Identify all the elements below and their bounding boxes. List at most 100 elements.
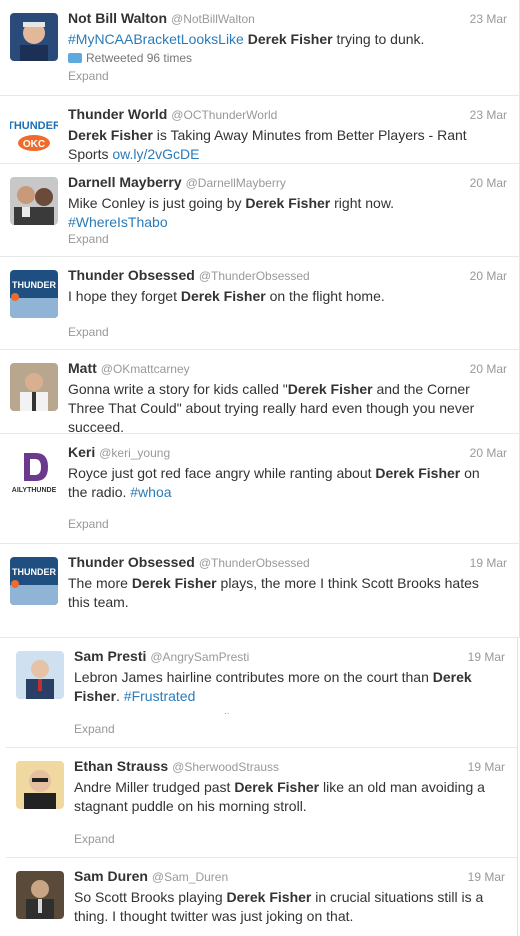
tweet-text: Derek Fisher is Taking Away Minutes from… bbox=[68, 126, 488, 164]
tweet[interactable]: Sam Presti @AngrySamPresti 19 Mar Lebron … bbox=[6, 638, 518, 748]
tweet-text-fragment: Lebron James hairline contributes more o… bbox=[74, 669, 433, 685]
avatar[interactable]: AILYTHUNDE bbox=[10, 447, 58, 495]
avatar[interactable] bbox=[10, 13, 58, 61]
author-handle[interactable]: @DarnellMayberry bbox=[186, 176, 286, 190]
tweet-text-fragment: Royce just got red face angry while rant… bbox=[68, 465, 376, 481]
expand-link[interactable]: Expand bbox=[68, 69, 109, 83]
ellipsis: .. bbox=[224, 706, 230, 717]
tweet-text-fragment: I hope they forget bbox=[68, 288, 181, 304]
author-handle[interactable]: @NotBillWalton bbox=[171, 12, 255, 26]
highlighted-term: Derek Fisher bbox=[247, 31, 333, 47]
tweet-link[interactable]: #whoa bbox=[130, 484, 171, 500]
tweet-link[interactable]: #MyNCAABracketLooksLike bbox=[68, 31, 244, 47]
tweet-date[interactable]: 19 Mar bbox=[470, 556, 507, 570]
avatar[interactable]: THUNDER OKC bbox=[10, 109, 58, 157]
svg-text:AILYTHUNDE: AILYTHUNDE bbox=[12, 487, 57, 494]
tweet-text-fragment: on the flight home. bbox=[265, 288, 385, 304]
author-name[interactable]: Ethan Strauss bbox=[74, 758, 168, 774]
author-handle[interactable]: @Sam_Duren bbox=[152, 870, 228, 884]
tweet[interactable]: THUNDER Thunder Obsessed @ThunderObsessed… bbox=[0, 544, 520, 638]
tweet-text-fragment: Mike Conley is just going by bbox=[68, 195, 246, 211]
tweet-link[interactable]: #Frustrated bbox=[124, 688, 196, 704]
avatar[interactable] bbox=[16, 871, 64, 919]
avatar[interactable]: THUNDER bbox=[10, 557, 58, 605]
tweet-text: #MyNCAABracketLooksLike Derek Fisher try… bbox=[68, 30, 488, 49]
tweet[interactable]: Matt @OKmattcarney 20 Mar Gonna write a s… bbox=[0, 350, 520, 437]
tweet-text: Lebron James hairline contributes more o… bbox=[74, 668, 494, 706]
tweet-feed: Not Bill Walton @NotBillWalton 23 Mar #My… bbox=[0, 0, 520, 936]
author-name[interactable]: Thunder World bbox=[68, 106, 167, 122]
tweet[interactable]: Sam Duren @Sam_Duren 19 Mar So Scott Broo… bbox=[6, 858, 518, 936]
author-handle[interactable]: @SherwoodStrauss bbox=[172, 760, 279, 774]
tweet-date[interactable]: 20 Mar bbox=[470, 446, 507, 460]
author-name[interactable]: Thunder Obsessed bbox=[68, 554, 195, 570]
tweet-date[interactable]: 23 Mar bbox=[470, 12, 507, 26]
author-name[interactable]: Keri bbox=[68, 444, 95, 460]
author-name[interactable]: Darnell Mayberry bbox=[68, 174, 182, 190]
svg-text:THUNDER: THUNDER bbox=[12, 280, 56, 290]
expand-link[interactable]: Expand bbox=[68, 232, 109, 246]
svg-text:THUNDER: THUNDER bbox=[10, 120, 58, 132]
expand-link[interactable]: Expand bbox=[74, 722, 115, 736]
avatar[interactable] bbox=[16, 761, 64, 809]
tweet-date[interactable]: 19 Mar bbox=[468, 760, 505, 774]
author-name[interactable]: Not Bill Walton bbox=[68, 10, 167, 26]
avatar[interactable]: THUNDER bbox=[10, 270, 58, 318]
highlighted-term: Derek Fisher bbox=[180, 288, 266, 304]
author-handle[interactable]: @OCThunderWorld bbox=[171, 108, 277, 122]
highlighted-term: Derek Fisher bbox=[131, 575, 217, 591]
author-name[interactable]: Sam Duren bbox=[74, 868, 148, 884]
author-handle[interactable]: @keri_young bbox=[99, 446, 170, 460]
svg-text:OKC: OKC bbox=[23, 139, 45, 150]
author-name[interactable]: Matt bbox=[68, 360, 97, 376]
tweet[interactable]: Not Bill Walton @NotBillWalton 23 Mar #My… bbox=[0, 0, 520, 96]
author-handle[interactable]: @ThunderObsessed bbox=[199, 269, 310, 283]
highlighted-term: Derek Fisher bbox=[68, 127, 153, 143]
expand-link[interactable]: Expand bbox=[68, 325, 109, 339]
highlighted-term: Derek Fisher bbox=[226, 889, 312, 905]
retweet-icon bbox=[68, 53, 82, 63]
avatar[interactable] bbox=[16, 651, 64, 699]
tweet-date[interactable]: 20 Mar bbox=[470, 176, 507, 190]
tweet-text-fragment: trying to dunk. bbox=[332, 31, 425, 47]
tweet-text-fragment: Andre Miller trudged past bbox=[74, 779, 235, 795]
svg-text:THUNDER: THUNDER bbox=[12, 567, 56, 577]
author-name[interactable]: Thunder Obsessed bbox=[68, 267, 195, 283]
author-handle[interactable]: @AngrySamPresti bbox=[150, 650, 249, 664]
tweet-link[interactable]: #WhereIsThabo bbox=[68, 214, 168, 230]
avatar[interactable] bbox=[10, 363, 58, 411]
tweet-text: I hope they forget Derek Fisher on the f… bbox=[68, 287, 488, 306]
tweet-text: The more Derek Fisher plays, the more I … bbox=[68, 574, 488, 612]
tweet[interactable]: AILYTHUNDE Keri @keri_young 20 Mar Royce … bbox=[0, 434, 520, 544]
expand-link[interactable]: Expand bbox=[74, 832, 115, 846]
retweet-count: Retweeted 96 times bbox=[68, 51, 192, 65]
tweet-text: Andre Miller trudged past Derek Fisher l… bbox=[74, 778, 494, 816]
tweet-text: Royce just got red face angry while rant… bbox=[68, 464, 488, 502]
tweet-date[interactable]: 20 Mar bbox=[470, 362, 507, 376]
expand-link[interactable]: Expand bbox=[68, 517, 109, 531]
author-handle[interactable]: @ThunderObsessed bbox=[199, 556, 310, 570]
tweet-text: Mike Conley is just going by Derek Fishe… bbox=[68, 194, 488, 232]
tweet[interactable]: THUNDER Thunder Obsessed @ThunderObsessed… bbox=[0, 257, 520, 350]
avatar[interactable] bbox=[10, 177, 58, 225]
tweet-text-fragment: So Scott Brooks playing bbox=[74, 889, 227, 905]
tweet-text-fragment: right now. bbox=[330, 195, 395, 211]
tweet-text-fragment: Gonna write a story for kids called " bbox=[68, 381, 288, 397]
highlighted-term: Derek Fisher bbox=[234, 779, 320, 795]
tweet-date[interactable]: 23 Mar bbox=[470, 108, 507, 122]
author-handle[interactable]: @OKmattcarney bbox=[101, 362, 190, 376]
author-name[interactable]: Sam Presti bbox=[74, 648, 146, 664]
tweet-text: Gonna write a story for kids called "Der… bbox=[68, 380, 488, 437]
tweet-link[interactable]: ow.ly/2vGcDE bbox=[112, 146, 199, 162]
tweet-date[interactable]: 20 Mar bbox=[470, 269, 507, 283]
tweet[interactable]: Darnell Mayberry @DarnellMayberry 20 Mar … bbox=[0, 164, 520, 257]
tweet-text-fragment: . bbox=[116, 688, 124, 704]
highlighted-term: Derek Fisher bbox=[375, 465, 461, 481]
tweet-text: So Scott Brooks playing Derek Fisher in … bbox=[74, 888, 494, 926]
tweet[interactable]: THUNDER OKC Thunder World @OCThunderWorld … bbox=[0, 96, 520, 164]
highlighted-term: Derek Fisher bbox=[287, 381, 373, 397]
highlighted-term: Derek Fisher bbox=[245, 195, 331, 211]
tweet-date[interactable]: 19 Mar bbox=[468, 870, 505, 884]
tweet[interactable]: Ethan Strauss @SherwoodStrauss 19 Mar And… bbox=[6, 748, 518, 858]
tweet-date[interactable]: 19 Mar bbox=[468, 650, 505, 664]
